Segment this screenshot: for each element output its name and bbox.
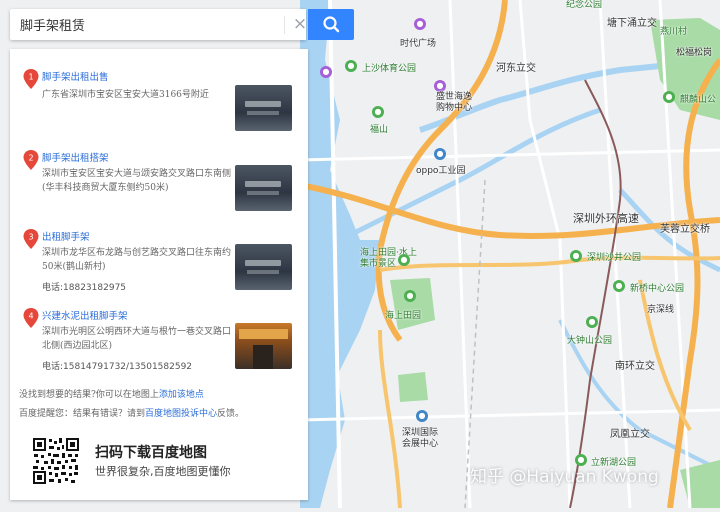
- result-item[interactable]: 4 兴建水泥出租脚手架 深圳市光明区公明西环大道与根竹一巷交叉路口北侧(西边园北…: [10, 308, 308, 388]
- not-found-hint: 没找到想要的结果?你可以在地图上添加该地点: [19, 387, 204, 400]
- result-thumbnail[interactable]: [235, 165, 292, 211]
- tip-prefix: 百度提醒您：结果有错误？请到: [19, 409, 146, 419]
- map-label-fushan: 福山: [370, 125, 389, 135]
- poi-icon-xinqiao-park[interactable]: ●: [613, 280, 625, 292]
- result-address: 深圳市龙华区布龙路与创艺路交叉路口往东南约50米(鹊山新村): [42, 248, 232, 272]
- app-download-banner[interactable]: 扫码下载百度地图 世界很复杂,百度地图更懂你: [10, 426, 308, 500]
- tip-suffix: 反馈。: [217, 409, 245, 419]
- map-label-time-square: 时代广场: [400, 39, 437, 49]
- marker-icon: 2: [23, 150, 39, 170]
- map-label-fengguan: 凤凰立交: [610, 429, 650, 440]
- map-label-tangxia: 塘下涌立交: [607, 18, 657, 29]
- not-found-text: 没找到想要的结果?你可以在地图上: [19, 390, 159, 400]
- result-address: 广东省深圳市宝安区宝安大道3166号附近: [42, 90, 209, 100]
- result-title[interactable]: 脚手架出租搭架: [42, 150, 109, 164]
- map-label-yanchuan: 燕川村: [660, 27, 688, 37]
- marker-icon: 4: [23, 308, 39, 328]
- map-label-shangsha-park: 上沙体育公园: [362, 64, 417, 74]
- map-label-nanhuan: 南环立交: [615, 361, 655, 372]
- result-title[interactable]: 出租脚手架: [42, 229, 90, 243]
- result-thumbnail[interactable]: [235, 85, 292, 131]
- map-label-expo: 深圳国际 会展中心: [402, 428, 439, 449]
- map-label-dazhongshan: 大钟山公园: [567, 336, 613, 346]
- download-subtitle: 世界很复杂,百度地图更懂你: [95, 465, 231, 478]
- feedback-tip: 百度提醒您：结果有错误？请到百度地图投诉中心反馈。: [19, 406, 244, 419]
- map-label-shengshi-mall: 盛世海逸 购物中心: [436, 92, 473, 113]
- qr-code-icon: [32, 437, 80, 485]
- watermark: 知乎 @Haiyuan Kwong: [470, 467, 659, 487]
- result-phone: 电话:18823182975: [42, 283, 127, 293]
- result-thumbnail[interactable]: [235, 244, 292, 290]
- poi-icon-time-square[interactable]: ●: [414, 18, 426, 30]
- search-input[interactable]: [10, 9, 272, 40]
- result-title[interactable]: 脚手架出租出售: [42, 69, 109, 83]
- marker-number: 3: [28, 233, 33, 242]
- search-icon: [323, 16, 340, 33]
- results-panel: 1 脚手架出租出售 广东省深圳市宝安区宝安大道3166号附近 2 脚手架出租搭架…: [10, 49, 308, 500]
- search-button[interactable]: [308, 9, 354, 40]
- result-phone: 电话:15814791732/13501582592: [42, 362, 193, 372]
- clear-search-button[interactable]: ×: [284, 16, 309, 34]
- poi-icon-expo[interactable]: ●: [416, 410, 428, 422]
- map-label-songgang: 松福松岗: [676, 48, 713, 58]
- map-label-shasha-park: 深圳沙井公园: [587, 253, 642, 263]
- marker-number: 4: [28, 312, 33, 321]
- map-label-furong: 芙蓉立交桥: [660, 224, 710, 235]
- poi-icon-shangsha-park[interactable]: ●: [345, 60, 357, 72]
- poi-icon-oppo[interactable]: ●: [434, 148, 446, 160]
- map-label-haishang-leyuan: 海上田园·水上 集市景区: [360, 248, 417, 269]
- map-label-jingshen: 京深线: [647, 305, 675, 315]
- poi-icon-shengshi-mall[interactable]: ●: [434, 80, 446, 92]
- marker-number: 1: [28, 73, 33, 82]
- poi-icon-shop[interactable]: ●: [320, 66, 332, 78]
- result-address: 深圳市光明区公明西环大道与根竹一巷交叉路口北侧(西边园北区): [42, 327, 232, 351]
- map-label-oppo: oppo工业园: [416, 166, 466, 176]
- close-icon: ×: [292, 14, 308, 34]
- map-label-xinqiao-park: 新桥中心公园: [630, 284, 685, 294]
- poi-icon-shasha-park[interactable]: ●: [570, 250, 582, 262]
- marker-icon: 3: [23, 229, 39, 249]
- map-label-qilin: 麒麟山公: [680, 95, 717, 105]
- result-address: 深圳市宝安区宝安大道与颂安路交叉路口东南侧(华丰科技商贸大厦东侧约50米): [42, 169, 232, 193]
- map-label-haishang-tianyuan: 海上田园: [385, 311, 422, 321]
- result-thumbnail[interactable]: [235, 323, 292, 369]
- marker-icon: 1: [23, 69, 39, 89]
- add-place-link[interactable]: 添加该地点: [159, 390, 204, 400]
- poi-icon-fushan[interactable]: ●: [372, 106, 384, 118]
- marker-number: 2: [28, 154, 33, 163]
- map-label-hedong: 河东立交: [496, 63, 536, 74]
- result-item[interactable]: 1 脚手架出租出售 广东省深圳市宝安区宝安大道3166号附近: [10, 69, 308, 139]
- poi-icon-dazhongshan[interactable]: ●: [586, 316, 598, 328]
- result-item[interactable]: 2 脚手架出租搭架 深圳市宝安区宝安大道与颂安路交叉路口东南侧(华丰科技商贸大厦…: [10, 150, 308, 220]
- poi-icon-qilin[interactable]: ●: [663, 91, 675, 103]
- poi-icon-haishang-leyuan[interactable]: ●: [398, 254, 410, 266]
- map-label-jinian: 纪念公园: [566, 0, 603, 10]
- map-label-waihuan: 深圳外环高速: [573, 212, 639, 225]
- result-title[interactable]: 兴建水泥出租脚手架: [42, 308, 128, 322]
- download-title: 扫码下载百度地图: [95, 445, 207, 461]
- search-box: ×: [10, 9, 309, 40]
- complaint-center-link[interactable]: 百度地图投诉中心: [145, 409, 217, 419]
- poi-icon-haishang-tianyuan[interactable]: ●: [404, 290, 416, 302]
- result-item[interactable]: 3 出租脚手架 深圳市龙华区布龙路与创艺路交叉路口往东南约50米(鹊山新村) 电…: [10, 229, 308, 309]
